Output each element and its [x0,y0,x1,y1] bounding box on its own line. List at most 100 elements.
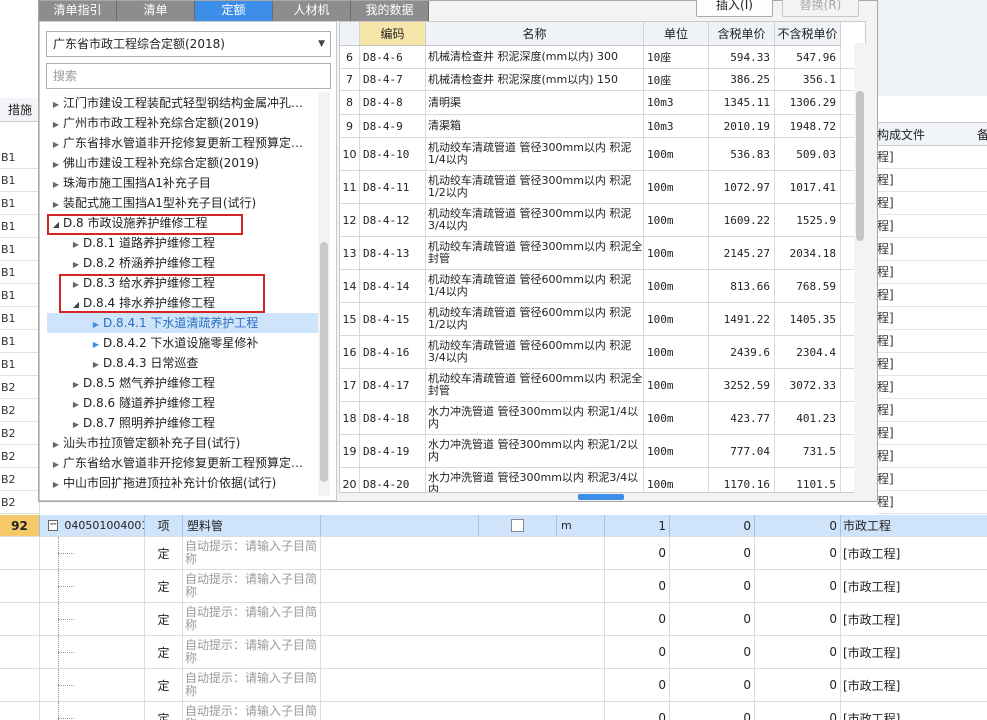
quota-row[interactable]: 8 D8-4-8 清明渠 10m3 1345.11 1306.29 [340,91,865,115]
quota-row[interactable]: 20 D8-4-20 水力冲洗管道 管径300mm以内 积泥3/4以内 100m 117… [340,468,865,492]
tree-node[interactable]: ▶ D.8.4.3 日常巡查 [89,353,198,373]
table-scrollbar[interactable] [854,43,866,493]
collapse-arrow-icon[interactable]: ▶ [49,475,63,495]
quota-name-hint[interactable]: 自动提示：请输入子目简称 [183,636,321,668]
quota-row[interactable]: 10 D8-4-10 机动绞车清疏管道 管径300mm以内 积泥1/4以内 100m 5… [340,138,865,171]
quota-row[interactable]: 11 D8-4-11 机动绞车清疏管道 管径300mm以内 积泥1/2以内 100m 1… [340,171,865,204]
tree-node[interactable]: ▶ 汕头市拉顶管定额补充子目(试行) [49,433,240,453]
quota-spec[interactable] [321,636,605,668]
measures-tab[interactable]: 措施 [0,98,40,122]
quota-name-hint[interactable]: 自动提示：请输入子目简称 [183,537,321,569]
quota-name-hint[interactable]: 自动提示：请输入子目简称 [183,570,321,602]
tree-node[interactable]: ▶ D.8.2 桥涵养护维修工程 [69,253,215,273]
quota-child-row[interactable]: 定自动提示：请输入子目简称000[市政工程] [0,603,987,636]
quota-row[interactable]: 13 D8-4-13 机动绞车清疏管道 管径300mm以内 积泥全封管 100m 214… [340,237,865,270]
collapse-arrow-icon[interactable]: ▶ [49,175,63,195]
quota-child-row[interactable]: 定自动提示：请输入子目简称000[市政工程] [0,537,987,570]
column-header-2[interactable]: 单位 [644,22,709,46]
search-input[interactable] [46,63,331,89]
quota-row[interactable]: 14 D8-4-14 机动绞车清疏管道 管径600mm以内 积泥1/4以内 100m 8… [340,270,865,303]
quota-row[interactable]: 18 D8-4-18 水力冲洗管道 管径300mm以内 积泥1/4以内 100m 423… [340,402,865,435]
tab-2[interactable]: 定额 [195,1,273,21]
tree-node[interactable]: ▶ D.8.6 隧道养护维修工程 [69,393,215,413]
quota-row[interactable]: 9 D8-4-9 清渠箱 10m3 2010.19 1948.72 [340,115,865,138]
bill-code-cell[interactable]: − 040501004001 [40,515,145,536]
quota-spec[interactable] [321,570,605,602]
tree-scrollbar-thumb[interactable] [320,242,328,482]
tree-node[interactable]: ▶ D.8.5 燃气养护维修工程 [69,373,215,393]
column-header-3[interactable]: 含税单价 [709,22,775,46]
collapse-arrow-icon[interactable]: ▶ [69,415,83,435]
quota-value-1[interactable]: 0 [605,702,670,720]
collapse-arrow-icon[interactable]: ▶ [49,155,63,175]
quota-child-row[interactable]: 定自动提示：请输入子目简称000[市政工程] [0,669,987,702]
quota-spec[interactable] [321,702,605,720]
table-scrollbar-thumb[interactable] [856,91,864,241]
collapse-icon[interactable]: − [48,520,59,531]
quota-row[interactable]: 17 D8-4-17 机动绞车清疏管道 管径600mm以内 积泥全封管 100m 325… [340,369,865,402]
collapse-arrow-icon[interactable]: ▶ [49,435,63,455]
tree-node[interactable]: ▶ 装配式施工围挡A1型补充子目(试行) [49,193,256,213]
library-select[interactable]: 广东省市政工程综合定额(2018) ▼ [46,31,331,57]
tree-node[interactable]: ▶ 广东省给水管道非开挖修复更新工程预算定… [49,453,303,473]
tab-0[interactable]: 清单指引 [39,1,117,21]
tree-node[interactable]: ▶ D.8.7 照明养护维修工程 [69,413,215,433]
quota-child-row[interactable]: 定自动提示：请输入子目简称000[市政工程] [0,702,987,720]
tree-node[interactable]: ▶ 江门市建设工程装配式轻型钢结构金属冲孔… [49,93,303,113]
collapse-arrow-icon[interactable]: ▶ [49,195,63,215]
quota-row[interactable]: 16 D8-4-16 机动绞车清疏管道 管径600mm以内 积泥3/4以内 100m 2… [340,336,865,369]
column-header-1[interactable]: 名称 [426,22,644,46]
quota-name-hint[interactable]: 自动提示：请输入子目简称 [183,702,321,720]
quota-name-hint[interactable]: 自动提示：请输入子目简称 [183,603,321,635]
quota-value-1[interactable]: 0 [605,603,670,635]
collapse-arrow-icon[interactable]: ▶ [69,235,83,255]
tree-node[interactable]: ▶ 广东省排水管道非开挖修复更新工程预算定… [49,133,303,153]
quota-value-1[interactable]: 0 [605,669,670,701]
tab-1[interactable]: 清单 [117,1,195,21]
quota-child-row[interactable]: 定自动提示：请输入子目简称000[市政工程] [0,570,987,603]
quota-row[interactable]: 6 D8-4-6 机械清检查井 积泥深度(mm以内) 300 10座 594.33 547… [340,46,865,69]
quota-row[interactable]: 15 D8-4-15 机动绞车清疏管道 管径600mm以内 积泥1/2以内 100m 1… [340,303,865,336]
quota-value-1[interactable]: 0 [605,537,670,569]
chevron-down-icon[interactable]: ▼ [318,32,325,56]
tree-node[interactable]: ▶ 广州市市政工程补充综合定额(2019) [49,113,259,133]
collapse-arrow-icon[interactable]: ▶ [89,335,103,355]
quota-row[interactable]: 7 D8-4-7 机械清检查井 积泥深度(mm以内) 150 10座 386.25 356… [340,69,865,91]
bill-name[interactable]: 塑料管 [183,515,321,536]
tree-node[interactable]: ▶ D.8.4.2 下水道设施零星修补 [89,333,258,353]
bill-checkbox[interactable] [511,519,524,532]
column-header-4[interactable]: 不含税单价 [775,22,841,46]
quota-value-1[interactable]: 0 [605,570,670,602]
collapse-arrow-icon[interactable]: ▶ [49,115,63,135]
tree-node[interactable]: ▶ 珠海市施工围挡A1补充子目 [49,173,211,193]
collapse-arrow-icon[interactable]: ▶ [49,95,63,115]
quota-row[interactable]: 12 D8-4-12 机动绞车清疏管道 管径300mm以内 积泥3/4以内 100m 1… [340,204,865,237]
collapse-arrow-icon[interactable]: ▶ [89,355,103,375]
selected-bill-row[interactable]: 92 − 040501004001 项 塑料管 m 1 0 0 市政工程 [0,515,987,537]
quota-value-1[interactable]: 0 [605,636,670,668]
quota-child-row[interactable]: 定自动提示：请输入子目简称000[市政工程] [0,636,987,669]
collapse-arrow-icon[interactable]: ▶ [69,375,83,395]
quota-spec[interactable] [321,537,605,569]
tree-node[interactable]: ▶ D.8.4.1 下水道清疏养护工程 [47,313,318,333]
bill-unit[interactable]: m [557,515,605,536]
tree-node[interactable]: ▶ D.8.1 道路养护维修工程 [69,233,215,253]
tab-3[interactable]: 人材机 [273,1,351,21]
collapse-arrow-icon[interactable]: ▶ [89,315,103,335]
pane-splitter[interactable] [578,494,624,500]
collapse-arrow-icon[interactable]: ▶ [49,135,63,155]
tree-scrollbar[interactable] [318,92,330,496]
column-header-0[interactable]: 编码 [360,22,426,46]
collapse-arrow-icon[interactable]: ▶ [69,395,83,415]
quota-name-hint[interactable]: 自动提示：请输入子目简称 [183,669,321,701]
bill-spec[interactable] [321,515,479,536]
quota-row[interactable]: 19 D8-4-19 水力冲洗管道 管径300mm以内 积泥1/2以内 100m 777… [340,435,865,468]
collapse-arrow-icon[interactable]: ▶ [69,255,83,275]
replace-button[interactable]: 替换(R) [782,0,859,17]
collapse-arrow-icon[interactable]: ▶ [49,455,63,475]
quota-spec[interactable] [321,669,605,701]
bill-qty[interactable]: 1 [605,515,670,536]
tree-node[interactable]: ▶ 中山市回扩拖进顶拉补充计价依据(试行) [49,473,276,493]
tab-4[interactable]: 我的数据 [351,1,429,21]
insert-button[interactable]: 插入(I) [696,0,773,17]
